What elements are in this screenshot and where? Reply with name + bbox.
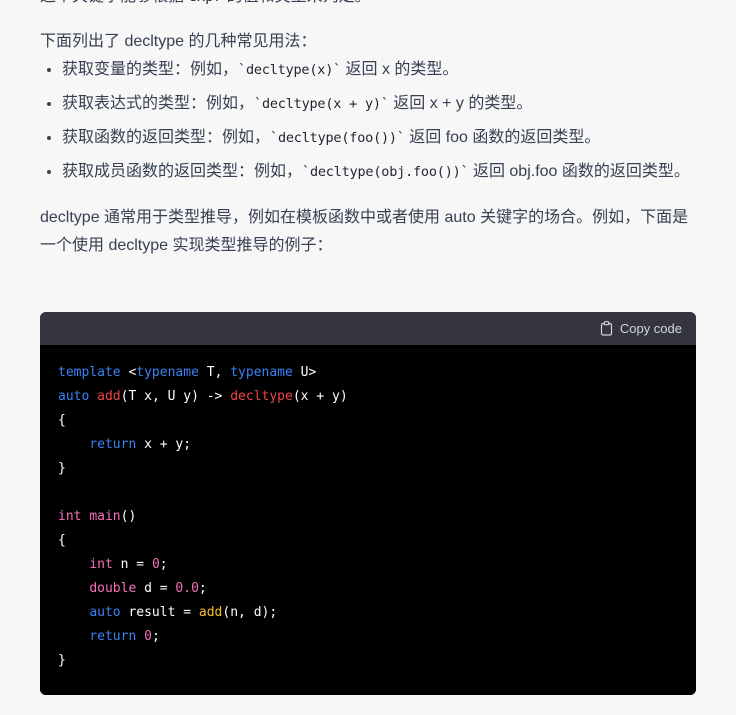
clipped-inline-code: expr bbox=[188, 0, 222, 5]
code-block-content[interactable]: template <typename T, typename U> auto a… bbox=[40, 345, 696, 695]
list-item-prefix: 获取变量的类型：例如， bbox=[62, 61, 239, 78]
code-block-header: Copy code bbox=[40, 312, 696, 345]
intro-paragraph: 下面列出了 decltype 的几种常见用法： bbox=[40, 33, 317, 50]
clipped-top-line: 这个关键字能够根据 expr 的值和类型来判定。 bbox=[40, 0, 696, 8]
copy-code-button[interactable]: Copy code bbox=[600, 321, 682, 336]
list-item-prefix: 获取成员函数的返回类型：例如， bbox=[62, 163, 303, 180]
article-content: 下面列出了 decltype 的几种常见用法： 获取变量的类型：例如，`decl… bbox=[40, 28, 696, 260]
code-block: Copy code template <typename T, typename… bbox=[40, 312, 696, 695]
clipboard-icon bbox=[600, 321, 613, 336]
list-item: 获取表达式的类型：例如，`decltype(x + y)` 返回 x + y 的… bbox=[40, 90, 696, 118]
list-item-suffix: 返回 foo 函数的返回类型。 bbox=[404, 129, 601, 146]
chat-response-page: 这个关键字能够根据 expr 的值和类型来判定。 下面列出了 decltype … bbox=[0, 0, 736, 715]
inline-code: `decltype(obj.foo())` bbox=[302, 164, 469, 180]
list-item-prefix: 获取表达式的类型：例如， bbox=[62, 95, 255, 112]
list-item-suffix: 返回 x + y 的类型。 bbox=[388, 95, 533, 112]
inline-code: `decltype(x)` bbox=[238, 62, 342, 78]
list-item: 获取变量的类型：例如，`decltype(x)` 返回 x 的类型。 bbox=[40, 56, 696, 84]
list-item-suffix: 返回 x 的类型。 bbox=[341, 61, 459, 78]
usage-list: 获取变量的类型：例如，`decltype(x)` 返回 x 的类型。 获取表达式… bbox=[40, 56, 696, 186]
list-item-suffix: 返回 obj.foo 函数的返回类型。 bbox=[468, 163, 690, 180]
clipped-text-before: 这个关键字能够根据 bbox=[40, 0, 188, 5]
list-item-prefix: 获取函数的返回类型：例如， bbox=[62, 129, 271, 146]
clipped-text-after: 的值和类型来判定。 bbox=[222, 0, 371, 5]
inline-code: `decltype(x + y)` bbox=[254, 96, 389, 112]
description-paragraph: decltype 通常用于类型推导，例如在模板函数中或者使用 auto 关键字的… bbox=[40, 209, 689, 254]
copy-code-label: Copy code bbox=[619, 321, 682, 336]
inline-code: `decltype(foo())` bbox=[270, 130, 405, 146]
list-item: 获取成员函数的返回类型：例如，`decltype(obj.foo())` 返回 … bbox=[40, 158, 696, 186]
list-item: 获取函数的返回类型：例如，`decltype(foo())` 返回 foo 函数… bbox=[40, 124, 696, 152]
